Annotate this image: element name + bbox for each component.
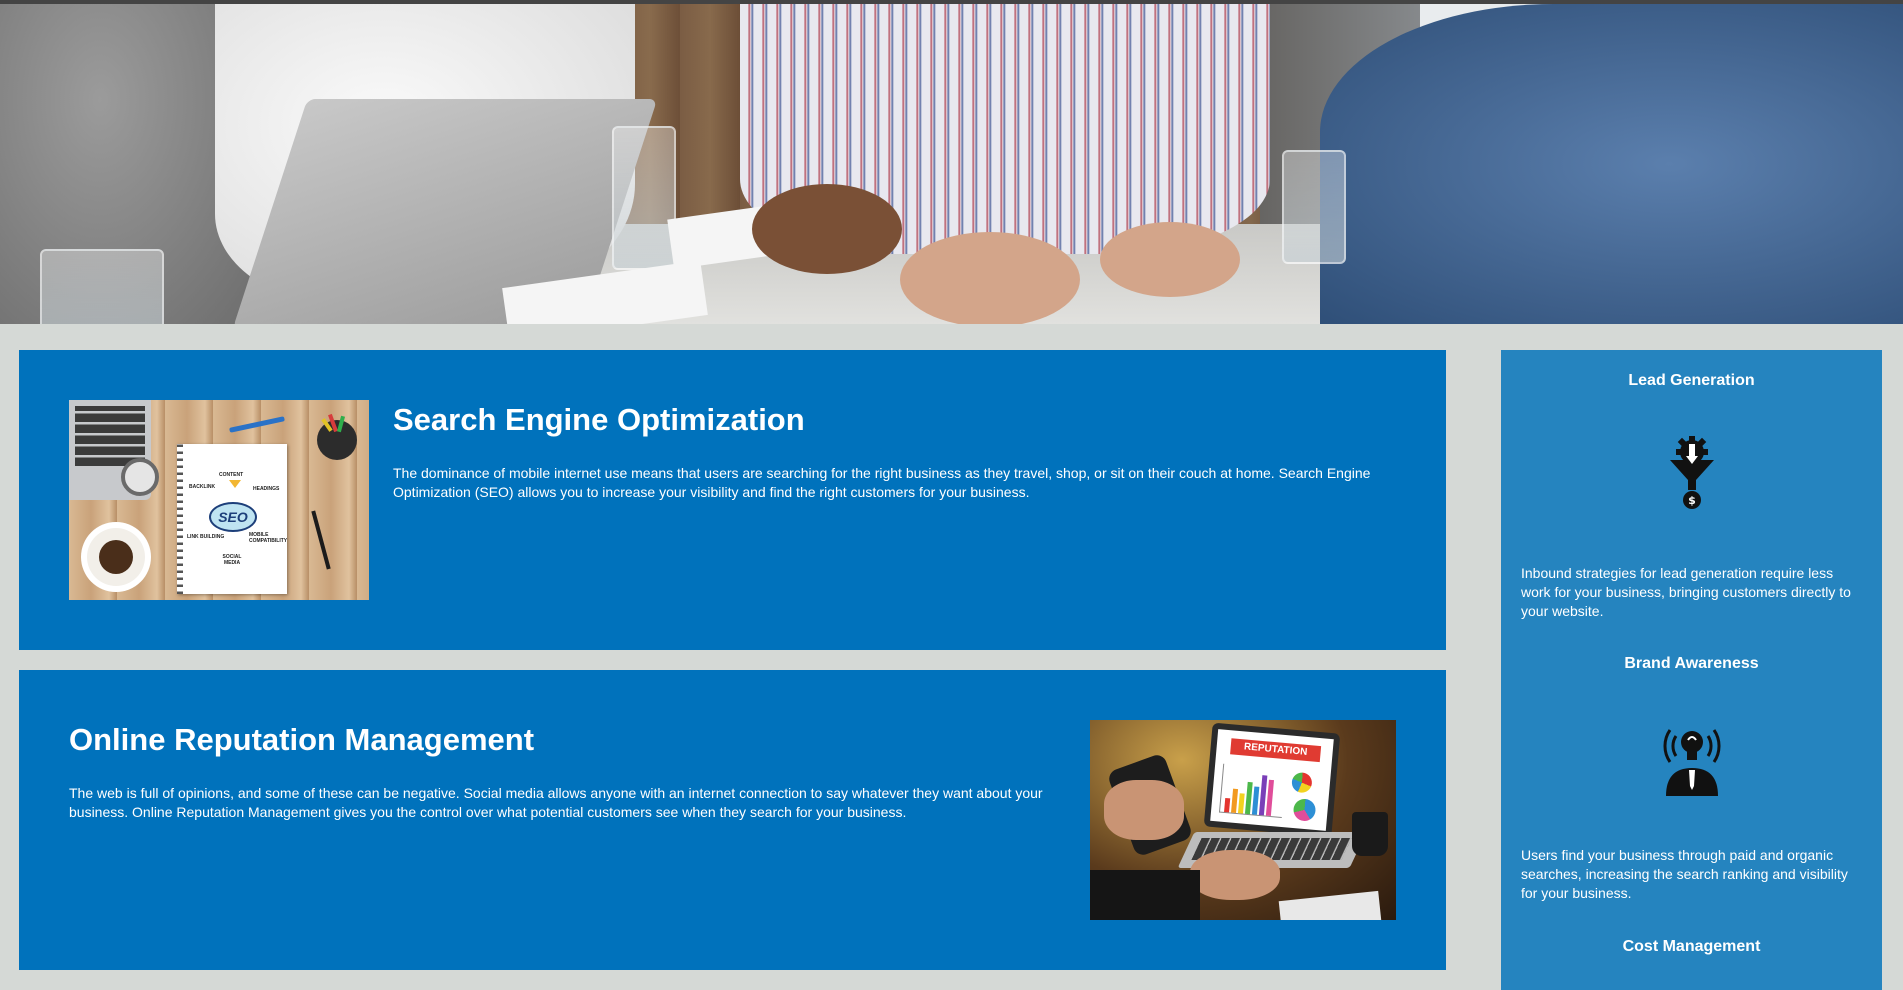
services-sidebar: Lead Generation $ Inbound strategies for… [1501,350,1882,990]
reputation-banner: REPUTATION [1230,738,1322,763]
brand-awareness-title: Brand Awareness [1624,655,1759,672]
hero-water-glass [1282,150,1346,264]
reputation-hand [1104,780,1184,840]
pen-cup-icon [317,413,357,460]
seo-notebook-word-backlink: BACKLINK [189,484,216,490]
hero-water-glass [612,126,676,270]
seo-image: CONTENT BACKLINK HEADINGS SEO LINK BUILD… [69,400,369,600]
seo-heading: Search Engine Optimization [393,402,805,437]
lightbulb-head-icon [1656,716,1728,796]
seo-notebook-word-social: SOCIAL MEDIA [222,554,242,566]
pie-chart-icon [1292,798,1317,822]
lead-generation-title: Lead Generation [1628,372,1755,389]
arrow-down-icon [229,480,241,488]
lead-generation-body: Inbound strategies for lead generation r… [1521,565,1851,619]
seo-notebook-word-content: CONTENT [219,472,244,478]
hero-water-glass [40,249,164,324]
svg-text:$: $ [1688,494,1696,507]
bar-chart-icon [1218,763,1286,818]
hero-image [0,4,1903,324]
orm-body: The web is full of opinions, and some of… [69,785,1043,820]
pencil-icon [311,510,331,570]
pie-chart-icon [1291,771,1313,794]
orm-heading: Online Reputation Management [69,722,535,757]
seo-notebook-word-mobile: MOBILE COMPATIBILITY [249,532,288,544]
magnifier-icon [121,458,159,496]
seo-notebook-word-link-building: LINK BUILDING [187,534,225,540]
seo-notebook-word-headings: HEADINGS [253,486,280,492]
seo-notebook: CONTENT BACKLINK HEADINGS SEO LINK BUILD… [177,444,287,594]
seo-section: CONTENT BACKLINK HEADINGS SEO LINK BUILD… [19,350,1446,650]
cost-management-title: Cost Management [1622,938,1761,955]
reputation-sleeve [1090,870,1200,920]
seo-notebook-word-seo: SEO [209,502,257,532]
pen-icon [229,416,285,433]
brand-awareness-body: Users find your business through paid an… [1521,847,1848,901]
tablet-icon [1278,890,1382,920]
reputation-image: REPUTATION [1090,720,1396,920]
hero-hand [1100,222,1240,297]
hero-person-denim-shirt [1320,4,1903,324]
funnel-gear-dollar-icon: $ [1656,434,1728,514]
reputation-hand [1190,850,1280,900]
coffee-cup-icon [87,528,145,586]
seo-body: The dominance of mobile internet use mea… [393,465,1371,500]
hero-hand [752,184,902,274]
orm-section: Online Reputation Management The web is … [19,670,1446,970]
mug-icon [1352,812,1388,856]
reputation-laptop-screen: REPUTATION [1203,722,1341,838]
hero-hand [900,232,1080,324]
seo-image-keyboard [75,406,145,466]
